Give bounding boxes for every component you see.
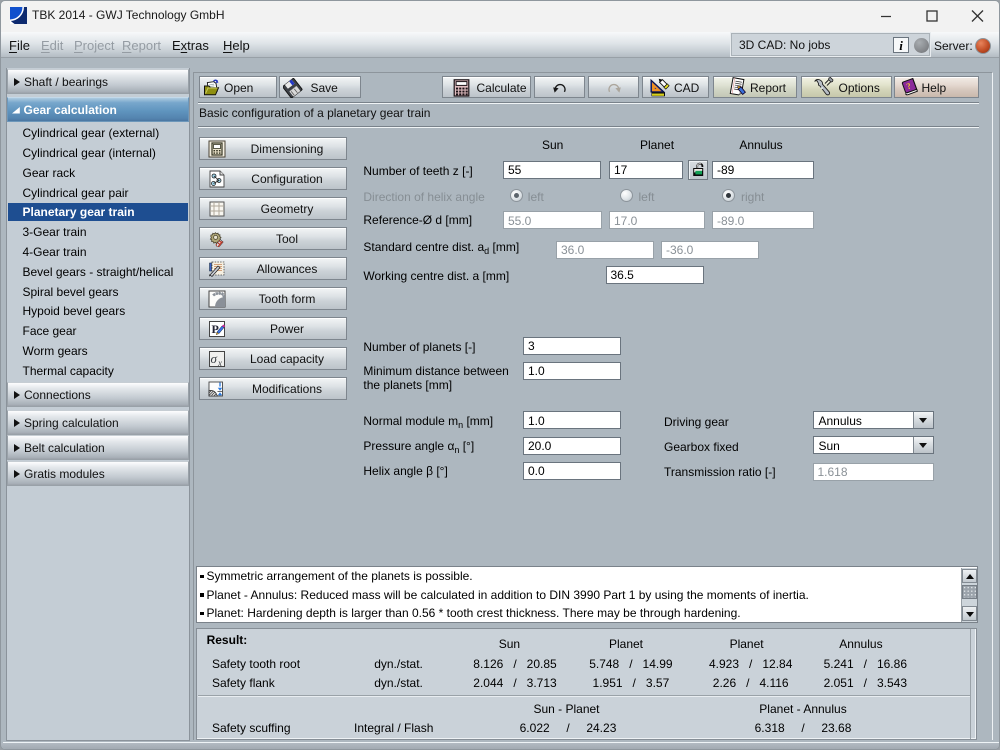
svg-text:x: x	[217, 358, 222, 368]
svg-text:σ: σ	[211, 351, 218, 366]
